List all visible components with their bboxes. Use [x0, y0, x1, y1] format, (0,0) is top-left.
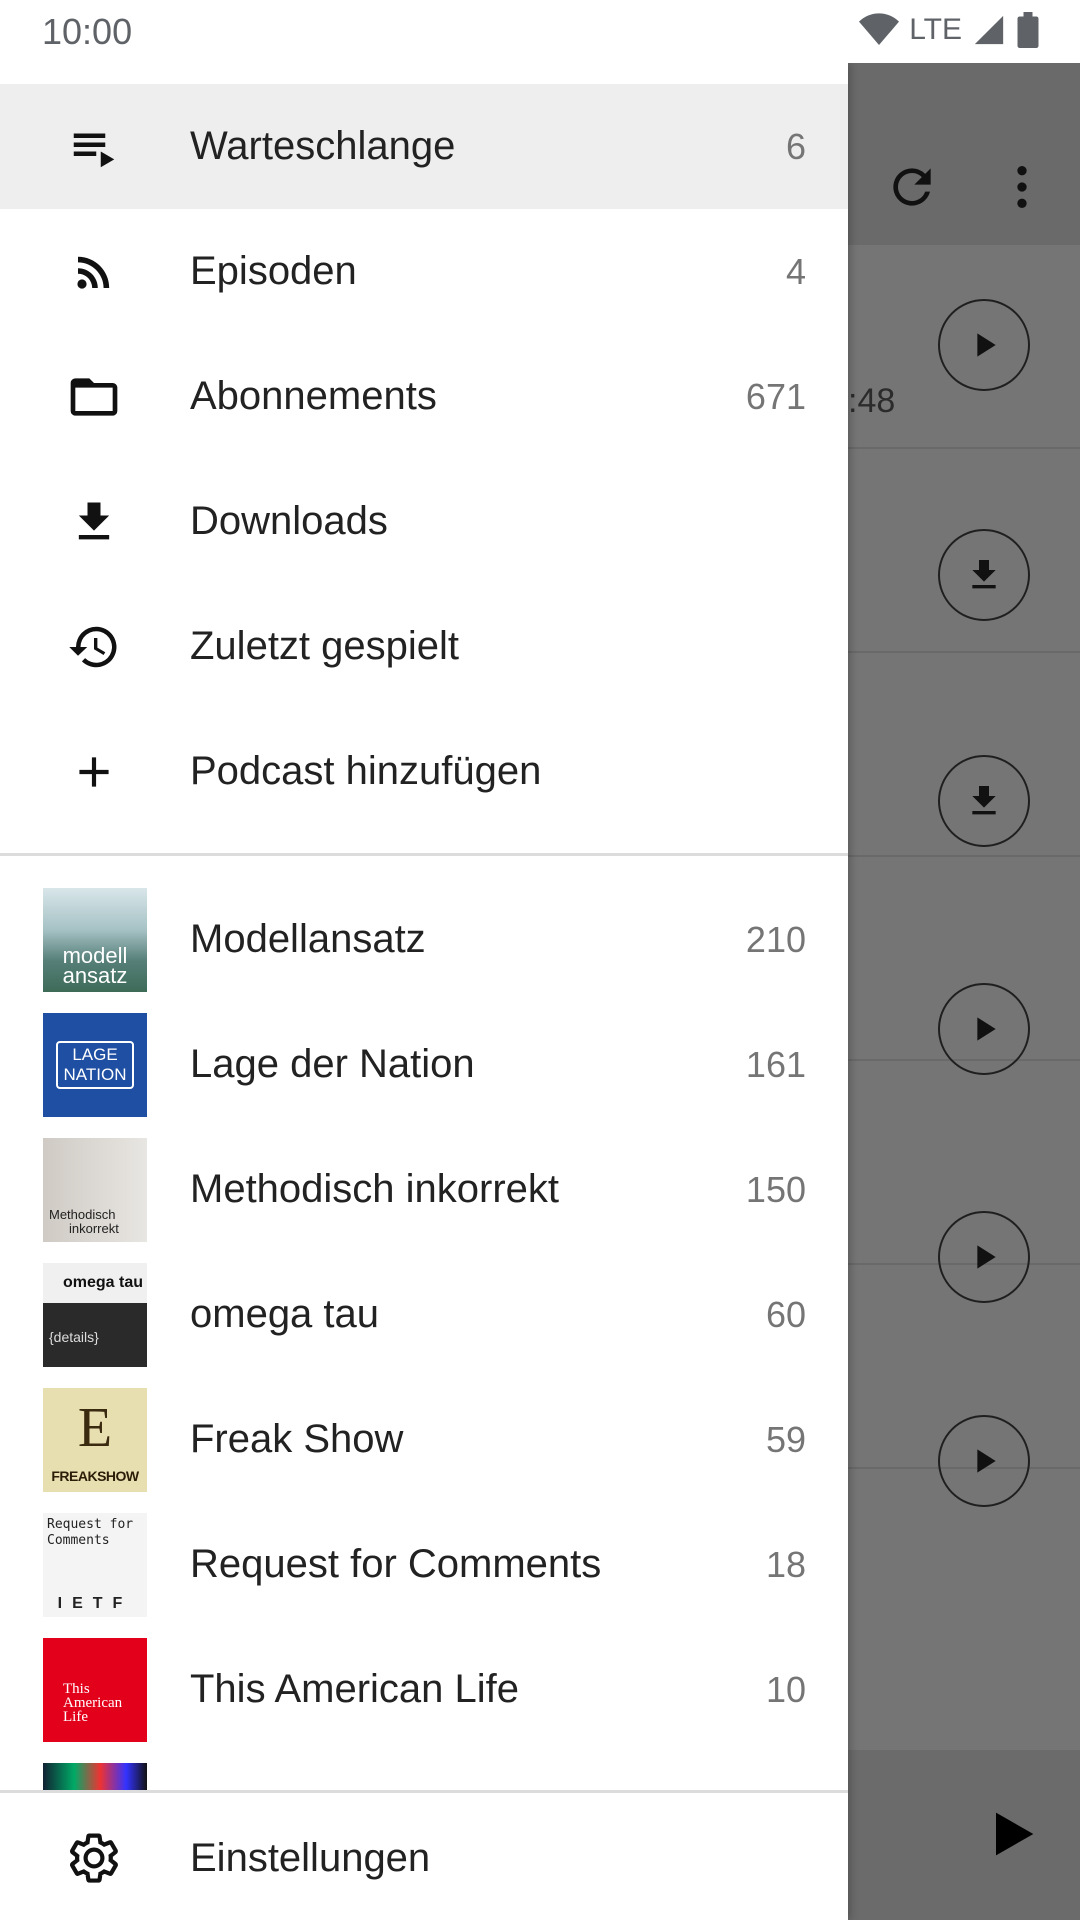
nav-count: 671 [745, 375, 806, 417]
settings-label: Einstellungen [190, 1835, 431, 1880]
feed-label: Lage der Nation [190, 1042, 475, 1086]
cover-text: Comments [47, 1532, 110, 1548]
download-button[interactable] [938, 755, 1030, 847]
cover-text: ansatz [62, 962, 128, 988]
feed-label: Modellansatz [190, 917, 426, 961]
feed-count: 18 [765, 1543, 806, 1585]
cover-text: American [63, 1694, 123, 1711]
queue-icon [62, 115, 126, 179]
cover-text: This [63, 1680, 90, 1697]
feed-item-modellansatz[interactable]: modell ansatz Modellansatz 210 [0, 877, 848, 1002]
nav-item-subscriptions[interactable]: Abonnements 671 [0, 334, 848, 459]
cover-logo: LAGE NATION [55, 1040, 135, 1089]
podcast-cover: This American Life [43, 1637, 147, 1742]
feed-count: 161 [745, 1043, 806, 1085]
nav-item-history[interactable]: Zuletzt gespielt [0, 584, 848, 709]
network-type: LTE [909, 13, 962, 46]
cover-text: This American Life [63, 1680, 123, 1725]
feed-item-lage-der-nation[interactable]: LAGE NATION Lage der Nation 161 [0, 1002, 848, 1127]
feed-label: Freak Show [190, 1417, 404, 1461]
status-time: 10:00 [42, 11, 133, 52]
feed-label: This American Life [190, 1667, 520, 1711]
gear-icon [62, 1826, 126, 1890]
podcast-cover: modell ansatz [43, 887, 147, 992]
wifi-icon [859, 13, 900, 45]
podcast-cover: LAGE NATION [43, 1012, 147, 1117]
feed-item-request-for-comments[interactable]: Request for Comments IETF Request for Co… [0, 1502, 848, 1627]
podcast-cover: Methodisch inkorrekt [43, 1137, 147, 1242]
download-button[interactable] [938, 529, 1030, 621]
nav-item-downloads[interactable]: Downloads [0, 459, 848, 584]
feed-item-this-american-life[interactable]: This American Life This American Life 10 [0, 1627, 848, 1752]
podcast-cover: omega tau {details} [43, 1262, 147, 1367]
feed-label: Request for Comments [190, 1542, 602, 1586]
play-button[interactable] [938, 1415, 1030, 1507]
feed-item-methodisch-inkorrekt[interactable]: Methodisch inkorrekt Methodisch inkorrek… [0, 1127, 848, 1252]
add-icon [62, 740, 126, 804]
cover-text: E [77, 1396, 113, 1459]
nav-label: Downloads [190, 499, 388, 543]
feed-count: 59 [765, 1418, 806, 1460]
cover-text: Methodisch [49, 1206, 116, 1222]
nav-label: Zuletzt gespielt [190, 624, 460, 668]
player-play-icon[interactable] [980, 1802, 1044, 1871]
navigation-drawer: Warteschlange 6 Episoden 4 Abonnements 6… [0, 63, 848, 1920]
nav-label: Abonnements [190, 374, 437, 418]
cover-text: FREAKSHOW [51, 1467, 139, 1484]
nav-count: 6 [785, 125, 806, 167]
nav-label: Podcast hinzufügen [190, 749, 542, 793]
nav-label: Episoden [190, 249, 357, 293]
cover-text: Request for [47, 1516, 134, 1532]
folder-icon [62, 365, 126, 429]
cover-text: IETF [57, 1594, 133, 1612]
feed-count: 150 [745, 1168, 806, 1210]
nav-item-add-podcast[interactable]: Podcast hinzufügen [0, 709, 848, 834]
download-icon [62, 490, 126, 554]
nav-label: Warteschlange [190, 124, 456, 168]
more-options-icon[interactable] [982, 147, 1062, 227]
cover-text: Request for Comments [47, 1517, 133, 1549]
feed-label: Methodisch inkorrekt [190, 1167, 560, 1211]
refresh-icon[interactable] [872, 147, 952, 227]
nav-count: 4 [785, 250, 806, 292]
divider [0, 853, 848, 856]
cover-text: Life [63, 1708, 88, 1725]
feed-count: 60 [765, 1293, 806, 1335]
cover-text: omega tau [43, 1262, 147, 1303]
cover-text: inkorrekt [69, 1220, 119, 1236]
episode-duration: :48 [848, 382, 896, 420]
feed-item-freak-show[interactable]: E FREAKSHOW Freak Show 59 [0, 1377, 848, 1502]
status-icons: LTE [859, 12, 1040, 48]
rss-icon [62, 240, 126, 304]
cover-text: NATION [63, 1064, 127, 1084]
cover-text: {details} [49, 1328, 99, 1345]
podcast-cover: Request for Comments IETF [43, 1512, 147, 1617]
feed-count: 10 [765, 1668, 806, 1710]
nav-item-episodes[interactable]: Episoden 4 [0, 209, 848, 334]
play-button[interactable] [938, 299, 1030, 391]
cover-text: LAGE [72, 1044, 118, 1064]
signal-icon [974, 15, 1004, 45]
feed-count: 210 [745, 918, 806, 960]
feed-item-omega-tau[interactable]: omega tau {details} omega tau 60 [0, 1252, 848, 1377]
settings-button[interactable]: Einstellungen [0, 1790, 848, 1920]
battery-icon [1017, 12, 1039, 48]
nav-item-queue[interactable]: Warteschlange 6 [0, 84, 848, 209]
history-icon [62, 615, 126, 679]
podcast-cover: E FREAKSHOW [43, 1387, 147, 1492]
status-bar: 10:00 LTE [0, 0, 1080, 63]
feed-label: omega tau [190, 1292, 380, 1336]
